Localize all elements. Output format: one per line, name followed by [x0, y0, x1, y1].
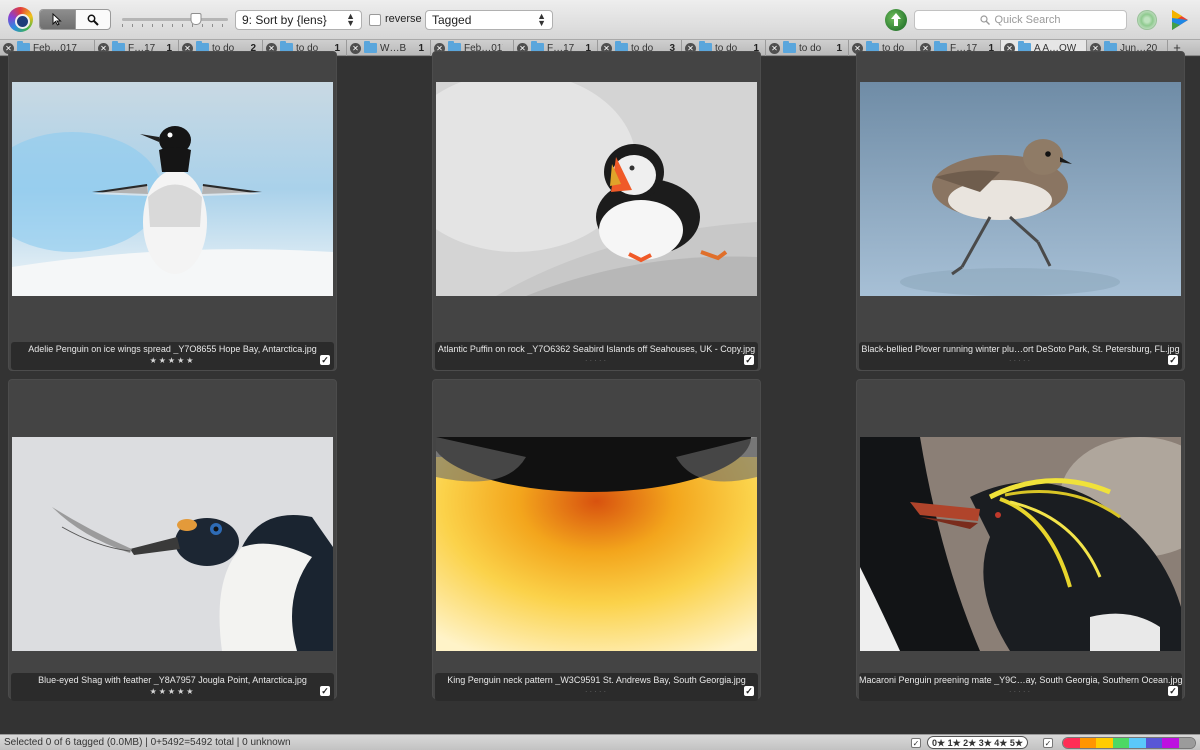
photo-caption: Atlantic Puffin on rock _Y7O6362 Seabird… — [435, 342, 758, 370]
tab-count: 1 — [418, 42, 424, 54]
app-logo-icon[interactable] — [8, 7, 33, 32]
toolbar: 9: Sort by {lens} ▲ ▼ reverse Tagged ▲ ▼ Q… — [0, 0, 1200, 40]
chevron-updown-icon: ▲ ▼ — [346, 11, 355, 28]
tagged-filter-checkbox[interactable]: ✓ — [911, 738, 921, 748]
search-icon — [980, 15, 991, 25]
tab-count: 1 — [836, 42, 842, 54]
photo-adelie-penguin[interactable] — [12, 82, 333, 296]
photo-filename: Macaroni Penguin preening mate _Y9C…ay, … — [859, 675, 1182, 685]
thumbnail-card[interactable]: Blue-eyed Shag with feather _Y8A7957 Jou… — [8, 379, 337, 701]
reverse-checkbox[interactable] — [369, 14, 381, 26]
photo-caption: King Penguin neck pattern _W3C9591 St. A… — [435, 673, 758, 701]
photo-caption: Adelie Penguin on ice wings spread _Y7O8… — [11, 342, 334, 370]
photo-king-penguin-neck[interactable] — [436, 437, 757, 651]
photo-filename: Atlantic Puffin on rock _Y7O6362 Seabird… — [437, 344, 756, 354]
pointer-tool-button[interactable] — [40, 10, 75, 29]
color-swatch[interactable] — [1063, 738, 1080, 748]
tab-label: W…B — [380, 42, 407, 54]
color-swatch[interactable] — [1162, 738, 1179, 748]
thumbnail-size-slider[interactable] — [122, 13, 228, 27]
folder-icon — [364, 41, 377, 53]
status-summary: Selected 0 of 6 tagged (0.0MB) | 0+5492=… — [4, 737, 291, 748]
color-swatch[interactable] — [1129, 738, 1146, 748]
color-swatch[interactable] — [1079, 738, 1096, 748]
photo-caption: Blue-eyed Shag with feather _Y8A7957 Jou… — [11, 673, 334, 701]
search-placeholder: Quick Search — [994, 14, 1061, 26]
tab-label: to do — [799, 42, 822, 54]
star-rating[interactable]: ····· — [859, 687, 1182, 696]
light-table-icon[interactable] — [1137, 10, 1157, 30]
globe-upload-icon[interactable] — [885, 9, 907, 31]
sort-select[interactable]: 9: Sort by {lens} ▲ ▼ — [235, 10, 362, 30]
filter-select[interactable]: Tagged ▲ ▼ — [425, 10, 553, 30]
thumbnail-card[interactable]: Adelie Penguin on ice wings spread _Y7O8… — [8, 51, 337, 371]
close-icon[interactable]: ✕ — [350, 42, 361, 54]
folder-icon — [783, 41, 796, 53]
color-filter-checkbox[interactable]: ✓ — [1043, 738, 1053, 748]
slider-ticks — [122, 24, 228, 27]
thumbnail-card[interactable]: King Penguin neck pattern _W3C9591 St. A… — [432, 379, 761, 701]
photo-caption: Macaroni Penguin preening mate _Y9C…ay, … — [859, 673, 1182, 701]
photo-caption: Black-bellied Plover running winter plu…… — [859, 342, 1182, 370]
star-rating[interactable]: ····· — [435, 356, 758, 365]
slider-track — [122, 18, 228, 21]
color-swatch[interactable] — [1178, 738, 1195, 748]
thumbnail-card[interactable]: Black-bellied Plover running winter plu…… — [856, 51, 1185, 371]
color-labels-icon[interactable] — [1168, 8, 1192, 32]
photo-blue-eyed-shag[interactable] — [12, 437, 333, 651]
slider-knob[interactable] — [190, 13, 202, 25]
reverse-label: reverse — [385, 13, 422, 25]
photo-filename: Black-bellied Plover running winter plu…… — [861, 344, 1180, 354]
tag-checkbox[interactable]: ✓ — [320, 686, 330, 696]
tag-checkbox[interactable]: ✓ — [1168, 355, 1178, 365]
folder-tab[interactable]: ✕ to do 1 — [766, 40, 849, 56]
folder-tab[interactable]: ✕ W…B 1 — [347, 40, 431, 56]
photo-atlantic-puffin[interactable] — [436, 82, 757, 296]
zoom-tool-button[interactable] — [74, 10, 111, 29]
color-swatch[interactable] — [1096, 738, 1113, 748]
sort-select-value: 9: Sort by {lens} — [242, 13, 327, 27]
photo-macaroni-penguin[interactable] — [860, 437, 1181, 651]
thumbnail-grid: Adelie Penguin on ice wings spread _Y7O8… — [0, 51, 1200, 734]
star-rating[interactable]: ★★★★★ — [11, 687, 334, 696]
tag-checkbox[interactable]: ✓ — [744, 355, 754, 365]
rating-filter[interactable]: 0★ 1★ 2★ 3★ 4★ 5★ — [927, 736, 1028, 749]
photo-filename: Blue-eyed Shag with feather _Y8A7957 Jou… — [38, 675, 307, 685]
color-label-filter[interactable] — [1062, 737, 1196, 749]
thumbnail-card[interactable]: Atlantic Puffin on rock _Y7O6362 Seabird… — [432, 51, 761, 371]
tag-checkbox[interactable]: ✓ — [320, 355, 330, 365]
thumbnail-card[interactable]: Macaroni Penguin preening mate _Y9C…ay, … — [856, 379, 1185, 701]
color-swatch[interactable] — [1145, 738, 1162, 748]
star-rating[interactable]: ····· — [435, 687, 758, 696]
photo-filename: King Penguin neck pattern _W3C9591 St. A… — [447, 675, 746, 685]
status-bar: Selected 0 of 6 tagged (0.0MB) | 0+5492=… — [0, 734, 1200, 750]
filter-select-value: Tagged — [432, 13, 472, 27]
magnifier-icon — [87, 14, 99, 26]
star-rating[interactable]: ····· — [859, 356, 1182, 365]
photo-filename: Adelie Penguin on ice wings spread _Y7O8… — [28, 344, 317, 354]
up-arrow-icon — [891, 13, 901, 26]
star-rating[interactable]: ★★★★★ — [11, 356, 334, 365]
photo-black-bellied-plover[interactable] — [860, 82, 1181, 296]
arrow-cursor-icon — [52, 13, 63, 26]
quick-search-input[interactable]: Quick Search — [914, 10, 1127, 30]
close-icon[interactable]: ✕ — [769, 42, 780, 54]
chevron-updown-icon: ▲ ▼ — [537, 11, 546, 28]
tool-selector — [39, 9, 111, 30]
tag-checkbox[interactable]: ✓ — [744, 686, 754, 696]
color-swatch[interactable] — [1112, 738, 1129, 748]
tag-checkbox[interactable]: ✓ — [1168, 686, 1178, 696]
